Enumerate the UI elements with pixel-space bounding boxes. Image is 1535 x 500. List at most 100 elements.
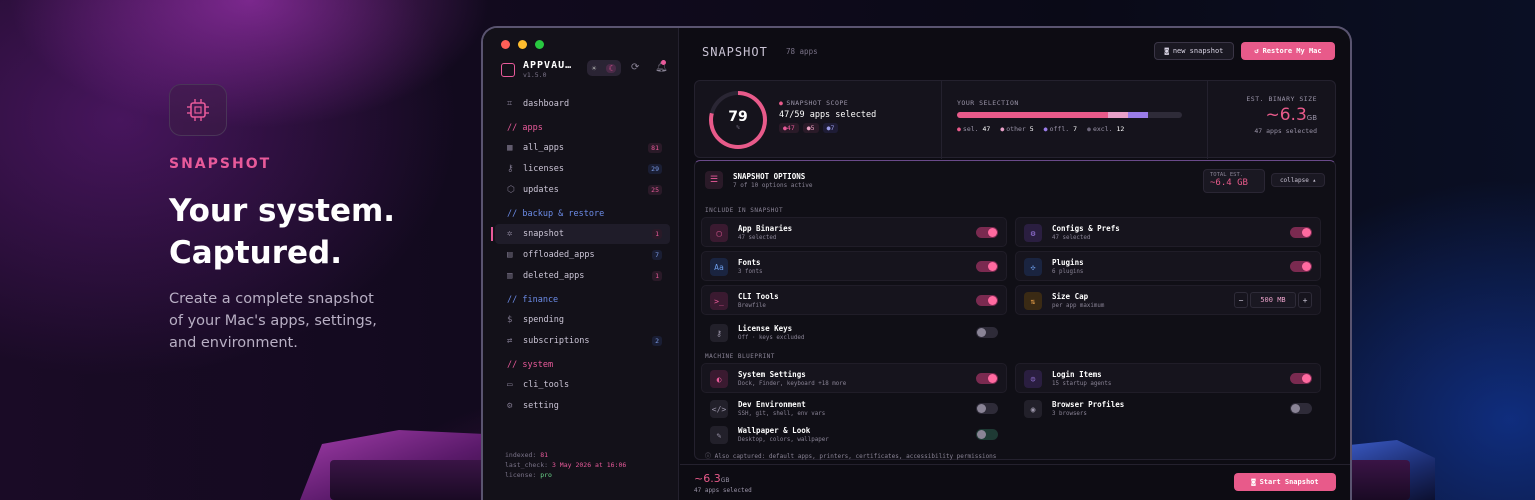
sidebar-item-setting[interactable]: ⚙ setting xyxy=(495,396,670,416)
option-title: License Keys xyxy=(738,324,793,333)
sidebar-item-snapshot[interactable]: ✲ snapshot 1 xyxy=(491,224,670,244)
option-plugins[interactable]: ✣ Plugins 6 plugins xyxy=(1015,251,1321,281)
total-estimate: TOTAL EST. ~6.4 GB xyxy=(1203,169,1265,193)
terminal-icon: ▭ xyxy=(507,380,513,390)
option-title: Configs & Prefs xyxy=(1052,224,1120,233)
est-size-sub: 47 apps selected xyxy=(1254,127,1317,135)
code-icon: </> xyxy=(710,400,728,418)
option-size-cap[interactable]: ⇅ Size Cap per app maximum − 500 MB + xyxy=(1015,285,1321,315)
option-sub: Dock, Finder, keyboard +18 more xyxy=(738,381,847,387)
close-window-button[interactable] xyxy=(501,40,510,49)
scope-pills: ●47 ●5 ●7 xyxy=(779,123,839,133)
toggle-switch[interactable] xyxy=(1290,373,1312,384)
option-login-items[interactable]: ☺ Login Items 15 startup agents xyxy=(1015,363,1321,393)
restore-button[interactable]: ↺ Restore My Mac xyxy=(1241,42,1335,60)
start-snapshot-label: Start Snapshot xyxy=(1259,478,1319,486)
size-cap-value[interactable]: 500 MB xyxy=(1250,292,1296,308)
option-sub: 47 selected xyxy=(1052,235,1091,241)
scope-progress-ring: 79 % xyxy=(709,91,767,149)
sidebar-item-label: updates xyxy=(523,185,559,195)
toggle-switch[interactable] xyxy=(976,429,998,440)
toggle-switch[interactable] xyxy=(1290,261,1312,272)
moon-icon[interactable]: ☾ xyxy=(605,63,617,73)
increment-button[interactable]: + xyxy=(1298,292,1312,308)
grid-icon: ⌗ xyxy=(507,99,513,109)
option-sub: per app maximum xyxy=(1052,303,1105,309)
option-sub: Desktop, colors, wallpaper xyxy=(738,437,829,443)
restore-icon: ↺ xyxy=(1254,47,1259,55)
brand-name: APPVAU… xyxy=(523,60,573,71)
sidebar-item-updates[interactable]: ⬡ updates 25 xyxy=(495,180,670,200)
snapshot-options-panel: ☰ SNAPSHOT OPTIONS 7 of 10 options activ… xyxy=(694,160,1336,460)
sidebar-item-licenses[interactable]: ⚷ licenses 29 xyxy=(495,159,670,179)
sidebar-item-all-apps[interactable]: ▦ all_apps 81 xyxy=(495,138,670,158)
sidebar-item-label: offloaded_apps xyxy=(523,250,595,260)
count-badge: 25 xyxy=(648,185,662,195)
sidebar-item-spending[interactable]: $ spending xyxy=(495,310,670,330)
sidebar-item-subscriptions[interactable]: ⇄ subscriptions 2 xyxy=(495,331,670,351)
option-title: Plugins xyxy=(1052,258,1084,267)
brush-icon: ✎ xyxy=(710,426,728,444)
option-cli-tools[interactable]: >_ CLI Tools Brewfile xyxy=(701,285,1007,315)
sidebar-item-cli-tools[interactable]: ▭ cli_tools xyxy=(495,375,670,395)
option-wallpaper-look[interactable]: ✎ Wallpaper & Look Desktop, colors, wall… xyxy=(701,419,1007,449)
user-icon: ☺ xyxy=(1024,370,1042,388)
archive-icon: ▤ xyxy=(507,250,513,260)
option-license-keys[interactable]: ⚷ License Keys Off · keys excluded xyxy=(701,317,1007,347)
toggle-switch[interactable] xyxy=(1290,403,1312,414)
hero-tag: SNAPSHOT xyxy=(169,156,272,172)
last-check-value: 3 May 2026 at 16:06 xyxy=(551,461,627,469)
maximize-window-button[interactable] xyxy=(535,40,544,49)
sidebar-item-deleted-apps[interactable]: ▥ deleted_apps 1 xyxy=(495,266,670,286)
toggle-switch[interactable] xyxy=(976,327,998,338)
start-snapshot-button[interactable]: ◙ Start Snapshot xyxy=(1234,473,1336,491)
est-size-value: ~6.3GB xyxy=(1265,105,1317,125)
indexed-value: 81 xyxy=(540,451,549,459)
sync-icon[interactable]: ⟳ xyxy=(631,62,639,73)
hero-title-line1: Your system. xyxy=(169,193,396,229)
indexed-label: indexed: xyxy=(505,451,537,459)
sun-icon[interactable]: ☀ xyxy=(592,64,597,73)
license-value: pro xyxy=(540,471,552,479)
hero-desc-line1: Create a complete snapshot xyxy=(169,291,374,307)
new-snapshot-button[interactable]: ◙ new snapshot xyxy=(1154,42,1234,60)
option-title: System Settings xyxy=(738,370,806,379)
toggle-switch[interactable] xyxy=(976,373,998,384)
option-title: Size Cap xyxy=(1052,292,1089,301)
option-sub: 47 selected xyxy=(738,235,777,241)
last-check-label: last_check: xyxy=(505,461,549,469)
option-app-binaries[interactable]: ▢ App Binaries 47 selected xyxy=(701,217,1007,247)
toggle-switch[interactable] xyxy=(976,227,998,238)
toggle-switch[interactable] xyxy=(1290,227,1312,238)
new-snapshot-label: new snapshot xyxy=(1172,47,1224,55)
toggle-switch[interactable] xyxy=(976,403,998,414)
decrement-button[interactable]: − xyxy=(1234,292,1248,308)
sidebar-item-offloaded-apps[interactable]: ▤ offloaded_apps 7 xyxy=(495,245,670,265)
option-system-settings[interactable]: ◐ System Settings Dock, Finder, keyboard… xyxy=(701,363,1007,393)
stats-panel: 79 % SNAPSHOT SCOPE 47/59 apps selected … xyxy=(694,80,1336,159)
repeat-icon: ⇄ xyxy=(507,336,513,346)
options-title: SNAPSHOT OPTIONS xyxy=(733,172,806,181)
option-configs-prefs[interactable]: ⚙ Configs & Prefs 47 selected xyxy=(1015,217,1321,247)
minimize-window-button[interactable] xyxy=(518,40,527,49)
sidebar-item-dashboard[interactable]: ⌗ dashboard xyxy=(495,94,670,114)
restore-label: Restore My Mac xyxy=(1262,47,1322,55)
font-icon: Aa xyxy=(710,258,728,276)
option-fonts[interactable]: Aa Fonts 3 fonts xyxy=(701,251,1007,281)
option-browser-profiles[interactable]: ◉ Browser Profiles 3 browsers xyxy=(1015,393,1321,423)
option-title: App Binaries xyxy=(738,224,793,233)
option-sub: SSH, git, shell, env vars xyxy=(738,411,826,417)
toggle-switch[interactable] xyxy=(976,295,998,306)
legend-other: ● other 5 xyxy=(1000,125,1034,133)
option-title: Wallpaper & Look xyxy=(738,426,811,435)
theme-toggle[interactable]: ☀ ☾ xyxy=(587,60,621,76)
count-badge: 29 xyxy=(648,164,662,174)
footer-sub: 47 apps selected xyxy=(694,487,752,494)
collapse-button[interactable]: collapse ▴ xyxy=(1271,173,1325,187)
cog-icon: ⚙ xyxy=(1024,224,1042,242)
toggle-switch[interactable] xyxy=(976,261,998,272)
size-cap-stepper[interactable]: − 500 MB + xyxy=(1234,292,1312,308)
scope-label: SNAPSHOT SCOPE xyxy=(779,99,848,107)
count-badge: 7 xyxy=(652,250,662,260)
sidebar-item-label: deleted_apps xyxy=(523,271,585,281)
